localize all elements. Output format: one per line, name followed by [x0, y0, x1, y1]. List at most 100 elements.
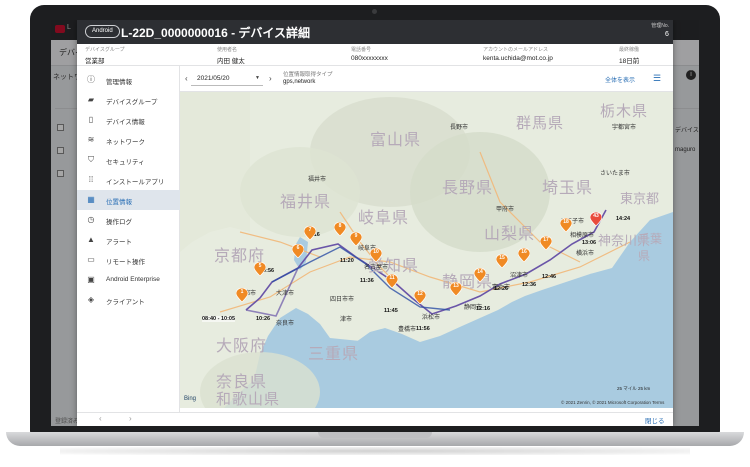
- android-icon: ▣: [87, 275, 95, 284]
- sidebar-item-label: デバイスグループ: [106, 99, 158, 106]
- info-value: 内田 健太: [217, 58, 245, 65]
- map-pin-label: 10: [373, 249, 379, 255]
- place-label: 和歌山県: [216, 391, 281, 408]
- place-label: 大阪府: [216, 338, 268, 355]
- sidebar-item-device-group[interactable]: ▰ デバイスグループ: [77, 90, 180, 110]
- map-pin[interactable]: 15: [496, 254, 508, 268]
- map-pin-label: 6: [296, 245, 300, 251]
- sidebar-item-label: リモート操作: [106, 259, 145, 266]
- info-value: 080xxxxxxxx: [351, 55, 388, 62]
- sidebar-item-device-info[interactable]: ▯ デバイス情報: [77, 110, 180, 130]
- time-label: 10:26: [256, 316, 271, 322]
- city-label: 奈良市: [276, 321, 295, 327]
- map-pin-label: 1: [240, 289, 244, 295]
- sidebar-item-android-enterprise[interactable]: ▣ Android Enterprise: [77, 270, 180, 290]
- folder-icon: ▰: [87, 95, 95, 104]
- map-pin-label: 17: [543, 237, 549, 243]
- map-pin[interactable]: 17: [540, 236, 552, 250]
- map-pin[interactable]: 11: [386, 274, 398, 288]
- sidebar-item-client[interactable]: ◈ クライアント: [77, 290, 180, 310]
- close-button[interactable]: 閉じる: [645, 415, 665, 425]
- sidebar-item-label: 操作ログ: [106, 219, 132, 226]
- time-label: 11:36: [360, 278, 374, 284]
- info-user-name: 使用者名 内田 健太: [217, 46, 245, 65]
- sidebar-item-installed-apps[interactable]: ⁞⁞ インストールアプリ: [77, 170, 180, 190]
- place-label: 埼玉県: [542, 180, 594, 197]
- time-label: 08:40 - 10:05: [202, 316, 236, 322]
- map-pin-label: 13: [453, 283, 459, 289]
- city-label: 名古屋市: [364, 265, 389, 271]
- time-label: 11:20: [340, 258, 354, 264]
- client-icon: ◈: [87, 295, 95, 304]
- map-pin[interactable]: 1: [236, 288, 248, 302]
- location-map[interactable]: 群馬県 栃木県 富山県 長野県 埼玉県 福井県 岐阜県 山梨県 東京都 京都府 …: [180, 92, 673, 408]
- laptop-notch: [318, 432, 432, 438]
- map-pin-label: 12: [417, 291, 423, 297]
- map-pin[interactable]: 12: [414, 290, 426, 304]
- map-pin[interactable]: 13: [450, 282, 462, 296]
- sidebar-item-remote[interactable]: ▭ リモート操作: [77, 250, 180, 270]
- modal-footer: [77, 412, 673, 426]
- map-pin[interactable]: 10: [370, 248, 382, 262]
- map-pin[interactable]: 8: [334, 222, 346, 236]
- map-pin[interactable]: 14: [474, 268, 486, 282]
- city-label: 宇都宮市: [612, 125, 637, 131]
- sidebar-item-security[interactable]: ⛉ セキュリティ: [77, 150, 180, 170]
- city-label: 津市: [340, 317, 353, 323]
- sidebar-item-network[interactable]: ≋ ネットワーク: [77, 130, 180, 150]
- city-label: 沼津市: [510, 273, 529, 279]
- next-date-icon[interactable]: ›: [269, 74, 272, 83]
- map-pin[interactable]: 5: [254, 262, 266, 276]
- city-label: 大津市: [276, 291, 295, 297]
- sidebar-item-label: インストールアプリ: [106, 179, 165, 186]
- sidebar-item-label: ネットワーク: [106, 139, 145, 146]
- sidebar-item-label: 位置情報: [106, 199, 132, 206]
- time-label: 12:36: [522, 282, 537, 288]
- place-label: 東京都: [620, 191, 660, 206]
- map-scale: 25 マイル 25 km: [617, 386, 651, 391]
- show-all-button[interactable]: 全体を表示: [605, 75, 635, 84]
- city-label: 相模原市: [570, 233, 595, 239]
- map-pin[interactable]: 16: [518, 248, 530, 262]
- screen: L デバイ ネットワ i デバイス maguro 登録済み Android L-…: [51, 20, 699, 426]
- time-label: 12:46: [542, 274, 557, 280]
- location-type-value: gps,network: [283, 79, 316, 85]
- remote-icon: ▭: [87, 255, 95, 264]
- sidebar-item-label: アラート: [106, 239, 132, 246]
- place-label: 岐阜県: [358, 210, 410, 227]
- map-pin[interactable]: 18: [560, 218, 572, 232]
- apps-icon: ⁞⁞: [88, 175, 94, 184]
- map-icon: ▦: [87, 195, 95, 204]
- time-label: 12:16: [476, 306, 491, 312]
- prev-device-icon[interactable]: ‹: [99, 414, 102, 423]
- laptop-mockup: L デバイ ネットワ i デバイス maguro 登録済み Android L-…: [0, 0, 750, 467]
- map-pin-label: 8: [338, 223, 342, 229]
- info-device-group: デバイスグループ 営業部: [85, 46, 125, 65]
- management-no-value: 6: [665, 31, 669, 38]
- place-label: 栃木県: [600, 103, 649, 120]
- next-device-icon[interactable]: ›: [129, 414, 132, 423]
- map-pin[interactable]: 9: [350, 232, 362, 246]
- list-icon[interactable]: ☰: [653, 73, 661, 84]
- modal-header: Android L-22D_0000000016 - デバイス詳細 管理No. …: [77, 20, 673, 44]
- info-icon: ⓘ: [87, 75, 95, 84]
- map-pin-label: 18: [563, 219, 569, 225]
- city-label: 浜松市: [422, 315, 441, 321]
- sidebar-item-operation-log[interactable]: ◷ 操作ログ: [77, 210, 180, 230]
- sidebar-item-management[interactable]: ⓘ 管理情報: [77, 70, 180, 90]
- place-label: 千葉県: [638, 232, 663, 263]
- time-label: 13:06: [582, 240, 597, 246]
- city-label: 甲府市: [496, 207, 515, 213]
- map-pin[interactable]: 43: [590, 212, 602, 226]
- time-label: 14:24: [616, 216, 631, 222]
- place-label: 福井県: [280, 194, 332, 211]
- map-pin-label: 16: [521, 249, 527, 255]
- sidebar-item-location[interactable]: ▦ 位置情報: [77, 190, 180, 210]
- sidebar-item-alert[interactable]: ▲ アラート: [77, 230, 180, 250]
- prev-date-icon[interactable]: ‹: [185, 74, 188, 83]
- map-pin[interactable]: 7: [304, 226, 316, 240]
- wifi-icon: ≋: [87, 135, 95, 144]
- time-label: 12:26: [494, 286, 509, 292]
- map-pin[interactable]: 6: [292, 244, 304, 258]
- device-detail-modal: Android L-22D_0000000016 - デバイス詳細 管理No. …: [77, 20, 673, 426]
